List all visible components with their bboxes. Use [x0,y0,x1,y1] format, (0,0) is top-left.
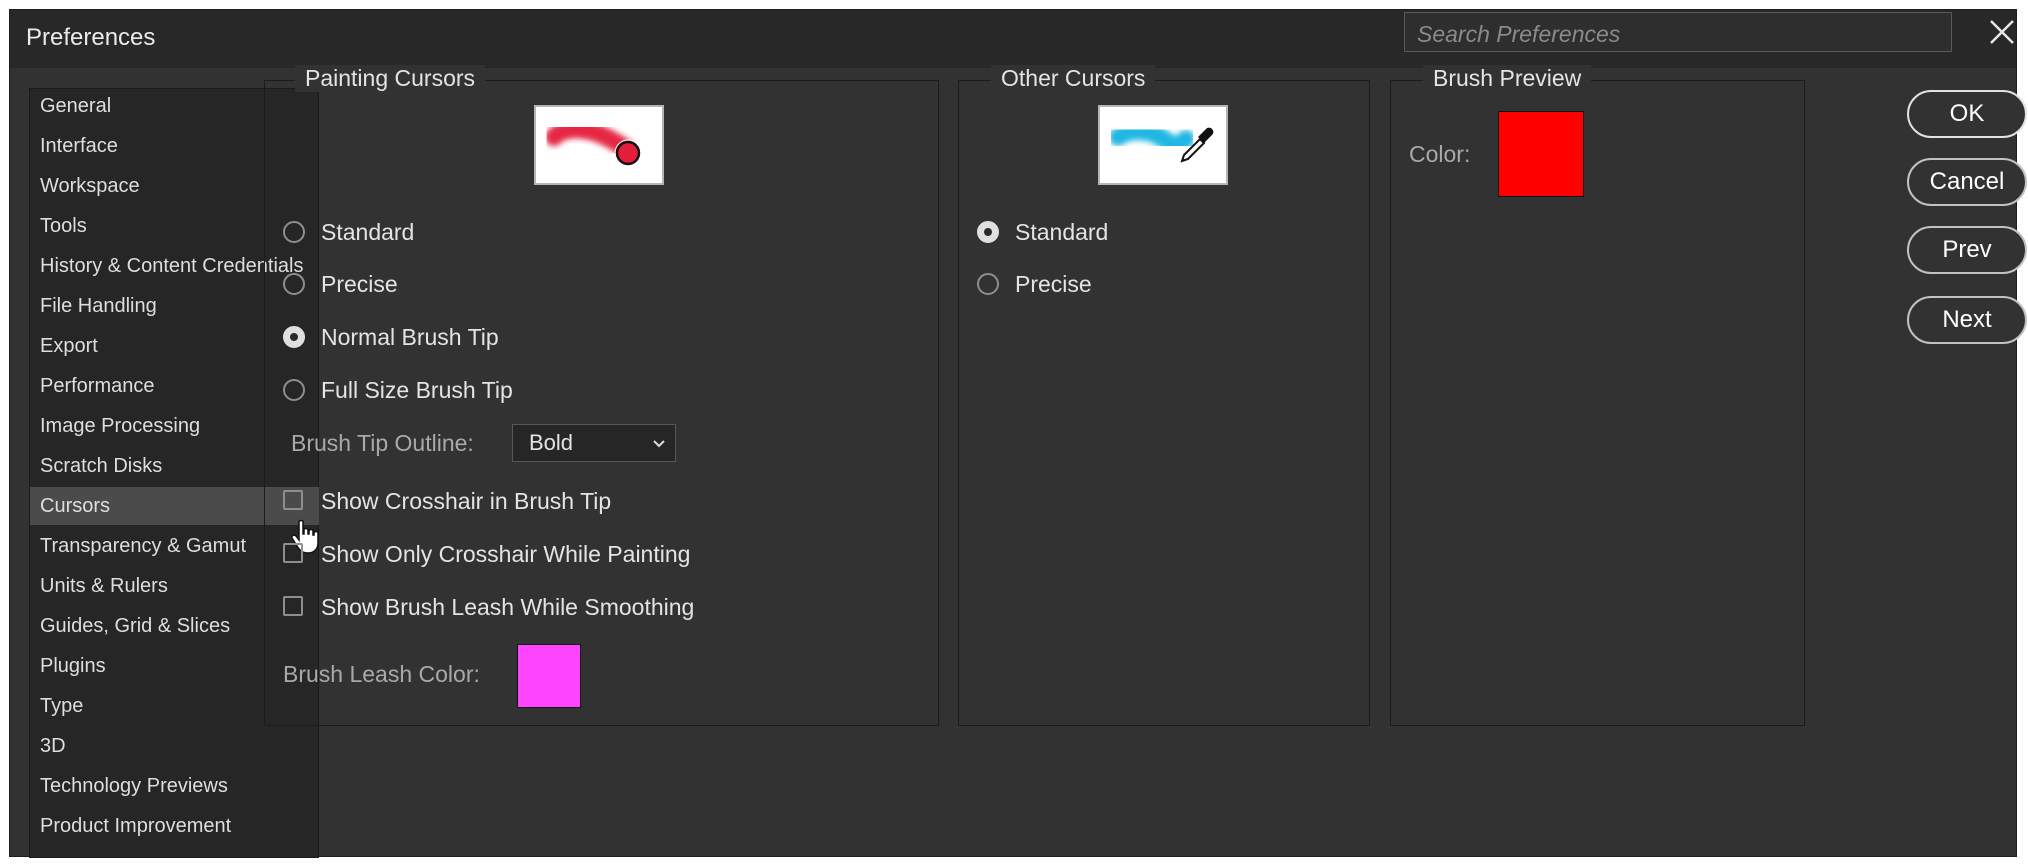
painting-cursors-title: Painting Cursors [295,65,486,92]
brush-preview-color-swatch[interactable] [1498,111,1584,197]
chevron-down-icon [651,431,667,461]
painting-cursors-group: Painting Cursors Standard Precise Normal… [264,65,939,726]
cancel-button[interactable]: Cancel [1907,158,2027,206]
radio-button[interactable] [977,273,999,295]
other-cursors-title: Other Cursors [991,65,1156,92]
radio-label: Normal Brush Tip [321,324,499,350]
radio-button[interactable] [283,273,305,295]
next-button[interactable]: Next [1907,296,2027,344]
checkbox[interactable] [283,596,303,616]
brush-tip-outline-label: Brush Tip Outline: [291,430,474,456]
radio-label: Standard [321,219,415,245]
title-bar: Preferences Search Preferences [10,10,2016,68]
brush-preview-title: Brush Preview [1423,65,1592,92]
radio-button[interactable] [977,221,999,243]
checkbox[interactable] [283,543,303,563]
sidebar-item-product-improvement[interactable]: Product Improvement [30,807,319,845]
sidebar-item-technology-previews[interactable]: Technology Previews [30,767,319,805]
radio-label: Full Size Brush Tip [321,377,513,403]
close-icon[interactable] [1986,16,2018,48]
checkbox[interactable] [283,490,303,510]
radio-label: Precise [1015,271,1092,297]
sidebar-item-3d[interactable]: 3D [30,727,319,765]
brush-leash-color-label: Brush Leash Color: [283,661,480,687]
brush-leash-color-swatch[interactable] [517,644,581,708]
other-cursors-group: Other Cursors Standard Precise [958,65,1370,726]
ok-button[interactable]: OK [1907,90,2027,138]
brush-preview-group: Brush Preview Color: [1390,65,1805,726]
brush-tip-outline-value: Bold [529,430,574,455]
brush-stroke-preview-icon [534,105,664,185]
radio-label: Precise [321,271,398,297]
search-preferences-input[interactable]: Search Preferences [1404,12,1952,52]
eyedropper-preview-icon [1098,105,1228,185]
brush-preview-color-label: Color: [1409,141,1471,167]
radio-label: Standard [1015,219,1109,245]
checkbox-label: Show Only Crosshair While Painting [321,541,691,567]
radio-button[interactable] [283,221,305,243]
brush-tip-outline-select[interactable]: Bold [512,424,676,462]
preferences-dialog: Preferences Search Preferences General I… [9,9,2027,858]
checkbox-label: Show Brush Leash While Smoothing [321,594,695,620]
dialog-title: Preferences [26,24,156,51]
radio-button[interactable] [283,326,305,348]
prev-button[interactable]: Prev [1907,226,2027,274]
checkbox-label: Show Crosshair in Brush Tip [321,488,612,514]
radio-button[interactable] [283,379,305,401]
